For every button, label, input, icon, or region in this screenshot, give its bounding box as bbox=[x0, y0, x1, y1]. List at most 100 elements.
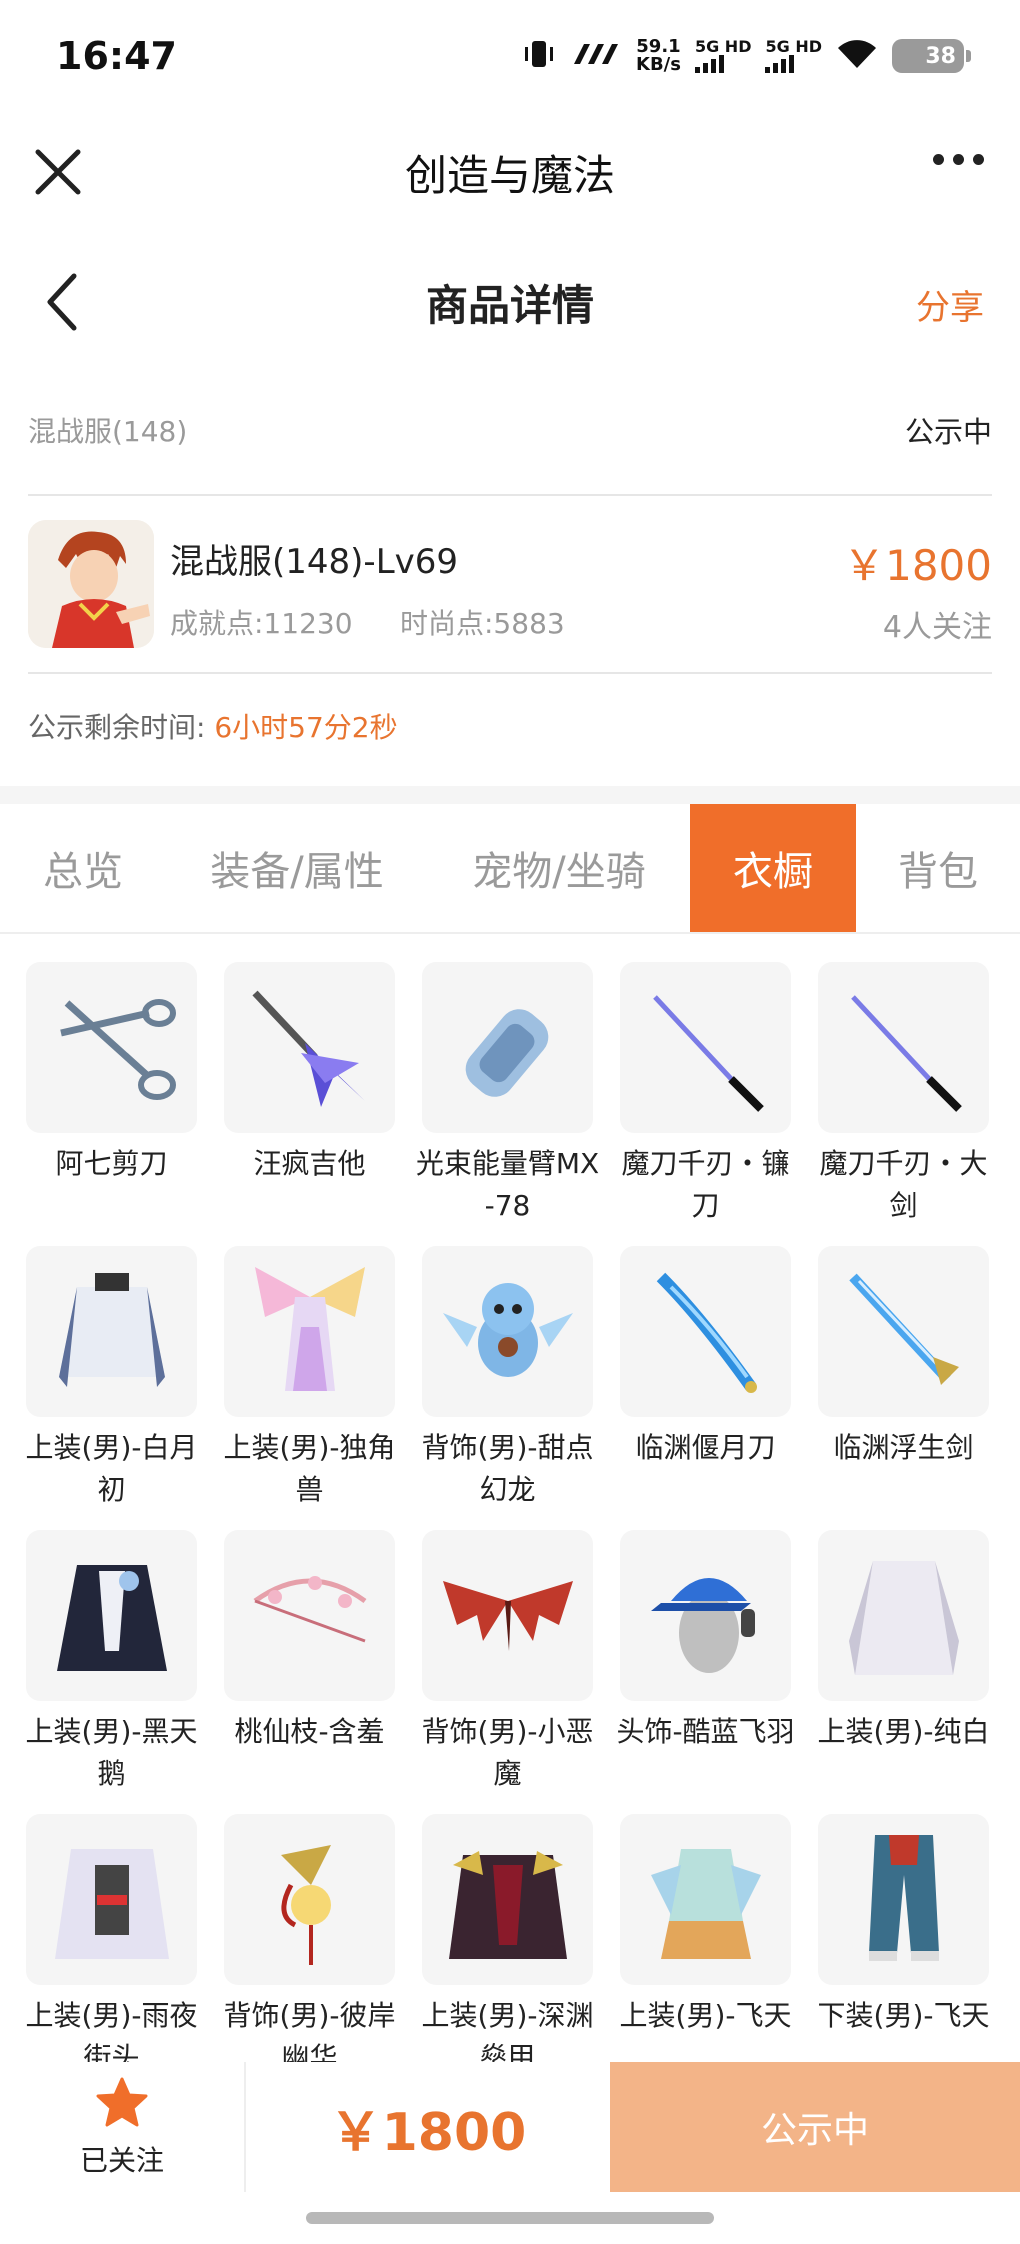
item-name: 上装(男)-飞天 bbox=[619, 1999, 792, 2032]
unicorn-outfit-icon bbox=[224, 1246, 395, 1417]
server-row: 混战服(148) 公示中 bbox=[28, 400, 992, 460]
bottom-price: ￥1800 bbox=[329, 2102, 527, 2163]
katana-icon bbox=[818, 962, 989, 1133]
tab-equipment[interactable]: 装备/属性 bbox=[166, 804, 428, 932]
wardrobe-item[interactable]: 光束能量臂MX-78 bbox=[416, 962, 599, 1246]
black-swan-coat-icon bbox=[26, 1530, 197, 1701]
countdown-value: 6小时57分2秒 bbox=[214, 711, 398, 744]
feitian-pants-icon bbox=[818, 1814, 989, 1985]
item-name: 上装(男)-白月初 bbox=[26, 1431, 198, 1506]
fashion-points: 时尚点:5883 bbox=[400, 607, 565, 640]
nfc-icon bbox=[570, 40, 622, 72]
guitar-icon bbox=[224, 962, 395, 1133]
feitian-top-icon bbox=[620, 1814, 791, 1985]
item-name: 上装(男)-独角兽 bbox=[223, 1431, 396, 1506]
wardrobe-item[interactable]: 背饰(男)-小恶魔 bbox=[422, 1530, 593, 1814]
signal-sim1: 5G HD bbox=[694, 37, 752, 73]
status-time: 16:47 bbox=[56, 34, 177, 78]
scissors-icon bbox=[26, 962, 197, 1133]
wardrobe-item[interactable]: 上装(男)-纯白 bbox=[818, 1530, 989, 1814]
item-name: 桃仙枝-含羞 bbox=[234, 1715, 385, 1748]
more-options-icon[interactable] bbox=[933, 154, 984, 165]
signal-sim2: 5G HD bbox=[765, 39, 822, 73]
item-name: 临渊偃月刀 bbox=[635, 1431, 776, 1464]
item-name: 背饰(男)-甜点幻龙 bbox=[421, 1431, 594, 1506]
follow-label: 已关注 bbox=[79, 2144, 164, 2177]
wardrobe-item[interactable]: 临渊浮生剑 bbox=[818, 1246, 989, 1530]
wardrobe-item[interactable]: 魔刀千刃・大剑 bbox=[818, 962, 989, 1246]
wardrobe-item[interactable]: 汪疯吉他 bbox=[224, 962, 395, 1246]
item-name: 上装(男)-深渊燊甲 bbox=[421, 1999, 594, 2062]
item-name: 阿七剪刀 bbox=[55, 1147, 168, 1180]
publicity-countdown: 公示剩余时间: 6小时57分2秒 bbox=[28, 706, 398, 746]
signal-sim1-label: 5G HD bbox=[694, 37, 752, 56]
home-indicator[interactable] bbox=[306, 2212, 714, 2224]
tab-backpack[interactable]: 背包 bbox=[856, 804, 1020, 932]
product-price: ￥1800 bbox=[843, 541, 992, 590]
close-icon[interactable] bbox=[28, 142, 88, 202]
listing-status: 公示中 bbox=[904, 415, 992, 449]
status-bar: 16:47 59.1 KB/s 5G HD 5G HD 38 bbox=[0, 0, 1020, 112]
pure-white-coat-icon bbox=[818, 1530, 989, 1701]
wardrobe-item[interactable]: 头饰-酷蓝飞羽 bbox=[616, 1530, 795, 1814]
product-summary: 混战服(148)-Lv69 成就点:11230 时尚点:5883 ￥1800 4… bbox=[28, 520, 992, 650]
item-name: 上装(男)-黑天鹅 bbox=[26, 1715, 198, 1790]
wardrobe-item[interactable]: 上装(男)-深渊燊甲 bbox=[422, 1814, 593, 2062]
fan-charm-icon bbox=[224, 1814, 395, 1985]
server-name: 混战服(148) bbox=[28, 415, 188, 448]
publicity-status-button[interactable]: 公示中 bbox=[610, 2062, 1020, 2192]
wardrobe-item[interactable]: 背饰(男)-彼岸幽华 bbox=[224, 1814, 395, 2062]
follower-count: 4人关注 bbox=[882, 610, 992, 645]
wardrobe-item[interactable]: 下装(男)-飞天 bbox=[818, 1814, 989, 2062]
tab-wardrobe[interactable]: 衣橱 bbox=[690, 804, 856, 932]
item-name: 下装(男)-飞天 bbox=[817, 1999, 990, 2032]
wardrobe-item[interactable]: 上装(男)-白月初 bbox=[26, 1246, 197, 1530]
follow-button[interactable]: 已关注 bbox=[0, 2062, 244, 2192]
status-icons: 59.1 KB/s 5G HD 5G HD 38 bbox=[522, 37, 971, 75]
wardrobe-item[interactable]: 魔刀千刃・镰刀 bbox=[620, 962, 791, 1246]
street-jacket-icon bbox=[26, 1814, 197, 1985]
signal-bars-icon bbox=[765, 55, 795, 73]
demon-wings-icon bbox=[422, 1530, 593, 1701]
energy-arm-icon bbox=[422, 962, 593, 1133]
item-name: 上装(男)-纯白 bbox=[817, 1715, 990, 1748]
network-speed-unit: KB/s bbox=[636, 54, 681, 75]
wardrobe-item[interactable]: 桃仙枝-含羞 bbox=[224, 1530, 395, 1814]
share-button[interactable]: 分享 bbox=[916, 280, 984, 329]
wardrobe-item[interactable]: 上装(男)-雨夜街头 bbox=[26, 1814, 197, 2062]
vibrate-icon bbox=[522, 37, 556, 75]
tab-overview[interactable]: 总览 bbox=[0, 804, 166, 932]
achievement-points: 成就点:11230 bbox=[170, 607, 353, 640]
item-name: 背饰(男)-彼岸幽华 bbox=[223, 1999, 396, 2062]
item-name: 魔刀千刃・镰刀 bbox=[621, 1147, 790, 1222]
section-spacer bbox=[0, 786, 1020, 804]
ice-glaive-icon bbox=[620, 1246, 791, 1417]
katana-icon bbox=[620, 962, 791, 1133]
wardrobe-item[interactable]: 临渊偃月刀 bbox=[620, 1246, 791, 1530]
wardrobe-grid: 阿七剪刀 汪疯吉他 光束能量臂MX-78 魔刀千刃・镰刀 魔刀千刃・大剑 上装(… bbox=[26, 962, 996, 2062]
countdown-label: 公示剩余时间: bbox=[28, 711, 215, 744]
wifi-icon bbox=[836, 38, 878, 74]
divider bbox=[28, 672, 992, 674]
character-avatar bbox=[28, 520, 154, 648]
white-robe-icon bbox=[26, 1246, 197, 1417]
battery-icon: 38 bbox=[892, 39, 971, 73]
bottom-action-bar: 已关注 ￥1800 公示中 bbox=[0, 2062, 1020, 2192]
product-name: 混战服(148)-Lv69 bbox=[170, 542, 459, 582]
abyss-armor-icon bbox=[422, 1814, 593, 1985]
wardrobe-item[interactable]: 背饰(男)-甜点幻龙 bbox=[422, 1246, 593, 1530]
wardrobe-item[interactable]: 上装(男)-飞天 bbox=[620, 1814, 791, 2062]
wardrobe-item[interactable]: 上装(男)-黑天鹅 bbox=[26, 1530, 197, 1814]
wardrobe-item[interactable]: 上装(男)-独角兽 bbox=[224, 1246, 395, 1530]
signal-sim2-label: 5G HD bbox=[765, 37, 822, 56]
detail-tabs: 总览 装备/属性 宠物/坐骑 衣橱 背包 bbox=[0, 804, 1020, 934]
network-speed: 59.1 KB/s bbox=[636, 38, 681, 74]
ice-sword-icon bbox=[818, 1246, 989, 1417]
item-name: 魔刀千刃・大剑 bbox=[819, 1147, 988, 1222]
item-name: 头饰-酷蓝飞羽 bbox=[616, 1715, 795, 1748]
star-icon bbox=[94, 2075, 150, 2135]
item-name: 背饰(男)-小恶魔 bbox=[421, 1715, 594, 1790]
wardrobe-item[interactable]: 阿七剪刀 bbox=[26, 962, 197, 1246]
back-arrow-icon[interactable] bbox=[36, 270, 92, 334]
tab-pets-mounts[interactable]: 宠物/坐骑 bbox=[428, 804, 690, 932]
